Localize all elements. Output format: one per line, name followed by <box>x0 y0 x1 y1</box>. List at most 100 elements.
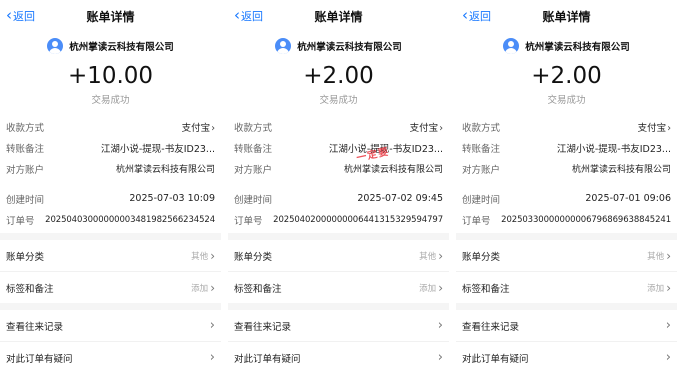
field-label: 转账备注 <box>462 143 501 155</box>
transfer-note-row: 转账备注 江湖小说-提现-书友ID23... <box>228 137 449 158</box>
row-label: 账单分类 <box>462 251 501 263</box>
tags-notes-row[interactable]: 标签和备注 添加 › <box>228 272 449 303</box>
field-label: 收款方式 <box>234 122 273 134</box>
screenshot-grid: ‹ 返回 账单详情 杭州掌读云科技有限公司 +10.00 交易成功 收款方式 支… <box>0 0 677 370</box>
field-value: 杭州掌读云科技有限公司 <box>571 165 671 175</box>
created-time-row: 创建时间 2025-07-01 09:06 <box>456 188 677 209</box>
row-label: 标签和备注 <box>462 283 510 295</box>
category-section: 账单分类 其他 › 标签和备注 添加 › <box>0 240 221 303</box>
field-value: 20250403000000003481982566234524 <box>45 214 215 225</box>
row-label: 标签和备注 <box>234 283 282 295</box>
transaction-status: 交易成功 <box>547 95 586 106</box>
actions-section: 查看往来记录 › 对此订单有疑问 › <box>228 310 449 370</box>
avatar <box>47 38 64 54</box>
order-question-row[interactable]: 对此订单有疑问 › <box>456 342 677 370</box>
row-label: 对此订单有疑问 <box>462 353 529 365</box>
row-label: 查看往来记录 <box>462 321 520 333</box>
created-time-row: 创建时间 2025-07-03 10:09 <box>0 188 221 209</box>
merchant-row: 杭州掌读云科技有限公司 <box>228 36 449 56</box>
category-section: 账单分类 其他 › 标签和备注 添加 › <box>228 240 449 303</box>
field-value: 2025-07-02 09:45 <box>357 193 443 204</box>
chevron-right-icon: › <box>665 350 671 365</box>
field-value: 2025-07-03 10:09 <box>129 193 215 204</box>
transaction-status: 交易成功 <box>319 95 358 106</box>
payment-method-row[interactable]: 收款方式 支付宝› <box>228 116 449 137</box>
summary-card: ‹ 返回 账单详情 杭州掌读云科技有限公司 +10.00 交易成功 收款方式 支… <box>0 0 221 233</box>
merchant-name: 杭州掌读云科技有限公司 <box>69 42 174 53</box>
row-value: 添加 <box>647 283 665 294</box>
chevron-left-icon: ‹ <box>462 5 468 24</box>
nav-bar: ‹ 返回 账单详情 <box>456 0 677 32</box>
bill-category-row[interactable]: 账单分类 其他 › <box>228 240 449 272</box>
field-value: 江湖小说-提现-书友ID23... <box>556 143 671 155</box>
view-records-row[interactable]: 查看往来记录 › <box>0 310 221 342</box>
row-value: 其他 <box>647 251 665 262</box>
field-value: 杭州掌读云科技有限公司 <box>115 165 215 175</box>
merchant-name: 杭州掌读云科技有限公司 <box>297 42 402 53</box>
field-value: 支付宝 <box>637 122 667 134</box>
merchant-name: 杭州掌读云科技有限公司 <box>525 42 630 53</box>
row-label: 对此订单有疑问 <box>234 353 301 365</box>
tags-notes-row[interactable]: 标签和备注 添加 › <box>456 272 677 303</box>
avatar <box>503 38 520 54</box>
row-label: 查看往来记录 <box>6 321 64 333</box>
row-value: 其他 <box>191 251 209 262</box>
amount: +10.00 <box>67 63 154 89</box>
field-label: 创建时间 <box>234 194 273 206</box>
field-label: 订单号 <box>234 215 263 227</box>
row-value: 添加 <box>419 283 437 294</box>
payment-method-row[interactable]: 收款方式 支付宝› <box>0 116 221 137</box>
back-button[interactable]: ‹ 返回 <box>6 5 35 24</box>
row-label: 对此订单有疑问 <box>6 353 73 365</box>
back-button[interactable]: ‹ 返回 <box>234 5 263 24</box>
chevron-left-icon: ‹ <box>234 5 240 24</box>
transaction-status: 交易成功 <box>91 95 130 106</box>
bill-category-row[interactable]: 账单分类 其他 › <box>456 240 677 272</box>
merchant-row: 杭州掌读云科技有限公司 <box>456 36 677 56</box>
back-button[interactable]: ‹ 返回 <box>462 5 491 24</box>
actions-section: 查看往来记录 › 对此订单有疑问 › <box>0 310 221 370</box>
counterparty-row: 对方账户 杭州掌读云科技有限公司 <box>456 158 677 179</box>
chevron-right-icon: › <box>437 318 443 333</box>
page-title: 账单详情 <box>314 9 363 24</box>
bill-detail-panel-1: ‹ 返回 账单详情 杭州掌读云科技有限公司 +10.00 交易成功 收款方式 支… <box>0 0 221 370</box>
bill-category-row[interactable]: 账单分类 其他 › <box>0 240 221 272</box>
avatar <box>275 38 292 54</box>
field-value: 支付宝 <box>409 122 439 134</box>
summary-card: ‹ 返回 账单详情 杭州掌读云科技有限公司 +2.00 交易成功 收款方式 支付… <box>456 0 677 233</box>
amount: +2.00 <box>531 63 602 89</box>
field-label: 创建时间 <box>462 194 501 206</box>
actions-section: 查看往来记录 › 对此订单有疑问 › <box>456 310 677 370</box>
page-title: 账单详情 <box>86 9 135 24</box>
summary-card: ‹ 返回 账单详情 杭州掌读云科技有限公司 +2.00 交易成功 收款方式 支付… <box>228 0 449 233</box>
row-label: 账单分类 <box>6 251 45 263</box>
chevron-left-icon: ‹ <box>6 5 12 24</box>
transfer-note-row: 转账备注 江湖小说-提现-书友ID23... <box>456 137 677 158</box>
view-records-row[interactable]: 查看往来记录 › <box>228 310 449 342</box>
order-question-row[interactable]: 对此订单有疑问 › <box>228 342 449 370</box>
field-label: 创建时间 <box>6 194 45 206</box>
view-records-row[interactable]: 查看往来记录 › <box>456 310 677 342</box>
nav-bar: ‹ 返回 账单详情 <box>228 0 449 32</box>
row-value: 其他 <box>419 251 437 262</box>
field-label: 订单号 <box>462 215 491 227</box>
tags-notes-row[interactable]: 标签和备注 添加 › <box>0 272 221 303</box>
chevron-right-icon: › <box>438 248 443 263</box>
bill-detail-panel-3: ‹ 返回 账单详情 杭州掌读云科技有限公司 +2.00 交易成功 收款方式 支付… <box>456 0 677 370</box>
bill-detail-panel-2: ‹ 返回 账单详情 杭州掌读云科技有限公司 +2.00 交易成功 收款方式 支付… <box>228 0 449 370</box>
chevron-right-icon: › <box>210 280 215 295</box>
payment-method-row[interactable]: 收款方式 支付宝› <box>456 116 677 137</box>
page-title: 账单详情 <box>542 9 591 24</box>
order-number-row: 订单号 20250330000000006796869638845241 <box>456 209 677 230</box>
chevron-right-icon: › <box>209 350 215 365</box>
field-label: 对方账户 <box>6 164 45 176</box>
field-label: 收款方式 <box>462 122 501 134</box>
field-label: 收款方式 <box>6 122 45 134</box>
row-label: 查看往来记录 <box>234 321 292 333</box>
field-value: 江湖小说-提现-书友ID23... <box>100 143 215 155</box>
chevron-right-icon: › <box>439 122 443 134</box>
order-question-row[interactable]: 对此订单有疑问 › <box>0 342 221 370</box>
row-label: 账单分类 <box>234 251 273 263</box>
chevron-right-icon: › <box>437 350 443 365</box>
chevron-right-icon: › <box>209 318 215 333</box>
